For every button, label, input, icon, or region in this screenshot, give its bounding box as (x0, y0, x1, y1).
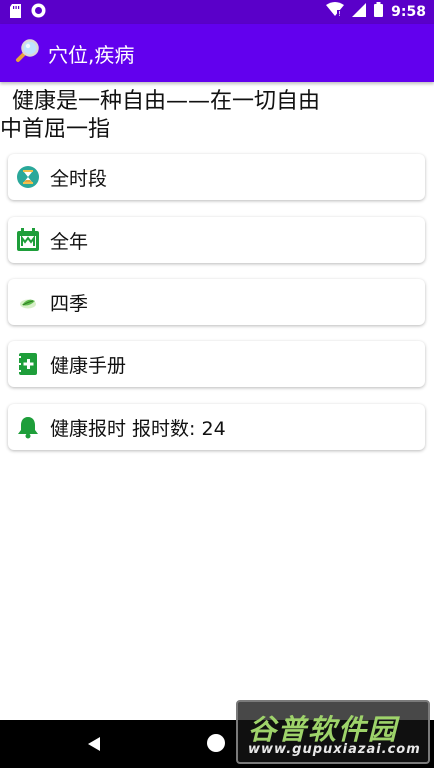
magnifier-icon (14, 38, 40, 68)
watermark-logo: 谷普软件园 www.gupuxiazai.com (236, 700, 430, 764)
status-bar: ! 9:58 (0, 0, 434, 24)
menu-item-label: 四季 (50, 292, 89, 315)
circle-notification-icon (31, 3, 46, 22)
bell-icon (16, 415, 40, 439)
menu-item-four-seasons[interactable]: 四季 (8, 279, 425, 325)
menu-item-all-day[interactable]: 全时段 (8, 154, 425, 200)
motto-line-2: 中首屈一指 (0, 117, 111, 142)
menu-item-all-year[interactable]: 全年 (8, 217, 425, 263)
menu-item-health-chime[interactable]: 健康报时 报时数: 24 (8, 404, 425, 450)
app-title: 穴位,疾病 (48, 42, 135, 67)
calendar-icon (16, 228, 40, 252)
motto-text: 健康是一种自由——在一切自由 中首屈一指 (0, 88, 434, 144)
status-time: 9:58 (391, 3, 426, 20)
watermark-url: www.gupuxiazai.com (248, 742, 421, 757)
menu-item-health-handbook[interactable]: 健康手册 (8, 341, 425, 387)
menu-item-label: 健康手册 (50, 354, 127, 377)
app-bar: 穴位,疾病 (0, 24, 434, 82)
signal-icon (352, 2, 367, 21)
home-button-icon[interactable] (207, 734, 225, 752)
back-button-icon[interactable] (86, 736, 102, 756)
menu-item-label: 全时段 (50, 167, 108, 190)
menu-item-label: 全年 (50, 230, 89, 253)
wifi-icon: ! (326, 2, 345, 21)
svg-text:!: ! (338, 10, 341, 17)
hourglass-avatar-icon (16, 165, 40, 189)
motto-line-1: 健康是一种自由——在一切自由 (12, 89, 321, 114)
medical-book-icon (16, 352, 40, 376)
menu-item-label: 健康报时 报时数: 24 (50, 417, 226, 440)
sd-card-icon (10, 3, 21, 22)
battery-icon (374, 2, 384, 21)
leaf-icon (16, 290, 40, 314)
